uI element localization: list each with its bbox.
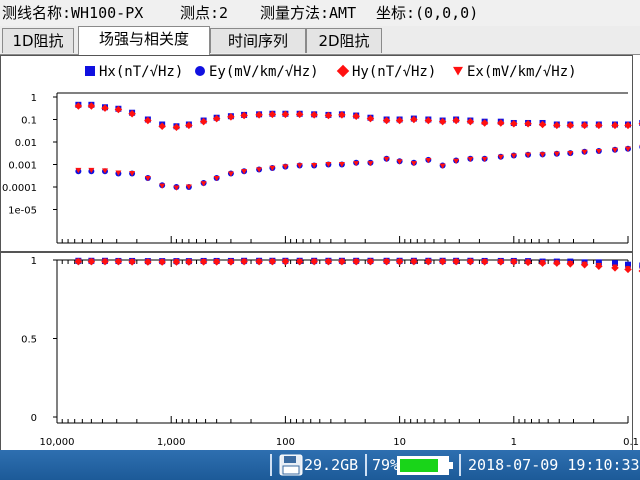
datetime: 2018-07-09 19:10:33: [468, 456, 640, 474]
upper-y-tick-label: 0.1: [21, 116, 37, 127]
x-tick-label: 1,000: [157, 437, 186, 448]
tab-2d-impedance[interactable]: 2D阻抗: [306, 28, 382, 53]
separator: [365, 454, 367, 476]
legend-label: Hy(nT/√Hz): [352, 64, 436, 80]
legend-marker: [195, 66, 205, 76]
disk-icon: [279, 454, 303, 476]
line-name: 测线名称:WH100-PX: [2, 4, 144, 22]
tab-bar: 1D阻抗 场强与相关度 时间序列 2D阻抗: [0, 26, 640, 55]
disk-free: 29.2GB: [304, 456, 359, 474]
legend-label: Ey(mV/km/√Hz): [209, 64, 319, 80]
battery-nub: [449, 462, 453, 469]
lower-y-tick-label: 0: [31, 413, 37, 424]
battery-percent: 79%: [372, 456, 400, 474]
lower-y-tick-label: 0.5: [21, 335, 37, 346]
chart-area: 1 0.1 0.01 0.001 0.0001 1e-05 Hx(nT/√Hz) Ey(mV/…: [0, 54, 640, 451]
status-bar: 29.2GB 79% 2018-07-09 19:10:33: [0, 450, 640, 480]
x-tick-label: 10,000: [40, 437, 75, 448]
tab-field-coherence[interactable]: 场强与相关度: [78, 26, 210, 55]
tab-time-series[interactable]: 时间序列: [210, 28, 306, 53]
separator: [270, 454, 272, 476]
charts-svg: 1 0.1 0.01 0.001 0.0001 1e-05 Hx(nT/√Hz) Ey(mV/…: [0, 55, 640, 451]
x-tick-label: 1: [511, 437, 517, 448]
legend-marker: [453, 66, 463, 76]
upper-y-tick-label: 1e-05: [8, 206, 37, 217]
lower-panel-frame: [0, 252, 633, 451]
info-bar: 测线名称:WH100-PX 测点:2 测量方法:AMT 坐标:(0,0,0): [0, 0, 640, 26]
legend-marker: [85, 66, 95, 76]
x-tick-label: 0.1: [623, 437, 639, 448]
upper-panel-frame: [0, 55, 633, 252]
legend-marker: [336, 64, 350, 78]
point-label: 测点:2: [180, 4, 229, 22]
battery-icon: [397, 456, 453, 475]
x-tick-label: 10: [393, 437, 406, 448]
upper-y-tick-label: 0.01: [15, 138, 37, 149]
coord-label: 坐标:(0,0,0): [376, 4, 479, 22]
battery-level: [400, 459, 438, 472]
separator: [459, 454, 461, 476]
legend-label: Ex(mV/km/√Hz): [467, 64, 577, 80]
x-tick-label: 100: [276, 437, 295, 448]
upper-y-tick-label: 1: [31, 93, 37, 104]
upper-y-tick-label: 0.001: [8, 161, 37, 172]
method-label: 测量方法:AMT: [260, 4, 357, 22]
legend-label: Hx(nT/√Hz): [99, 64, 183, 80]
lower-y-tick-label: 1: [31, 256, 37, 267]
upper-y-tick-label: 0.0001: [2, 183, 37, 194]
tab-1d-impedance[interactable]: 1D阻抗: [2, 28, 74, 53]
